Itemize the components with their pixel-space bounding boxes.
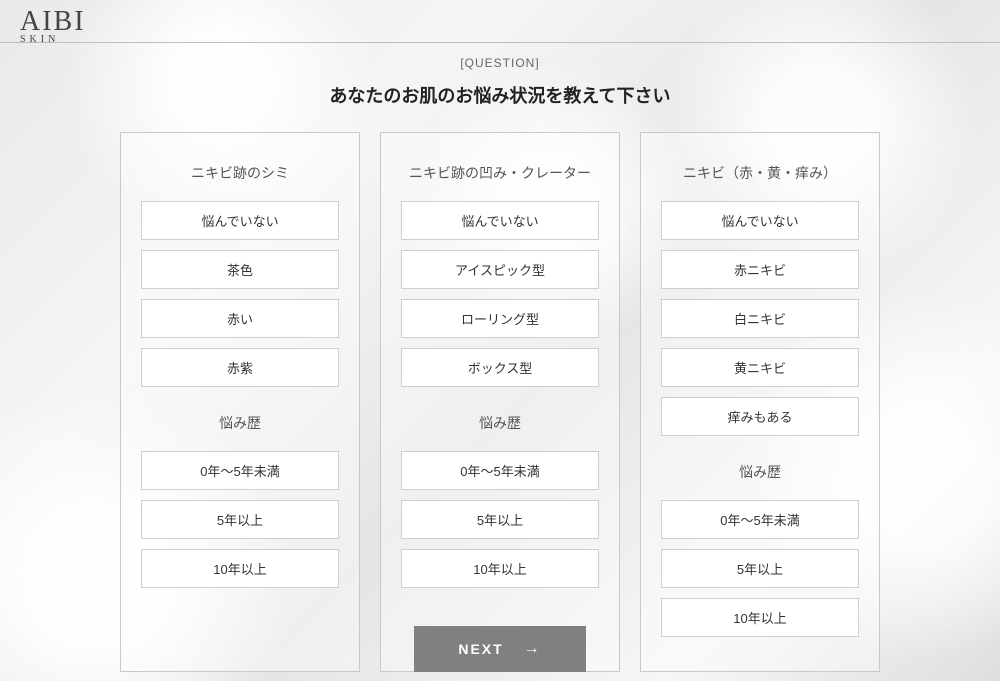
next-wrapper: NEXT → [0, 626, 1000, 672]
panel-acne-scar-crater: ニキビ跡の凹み・クレーター 悩んでいない アイスピック型 ローリング型 ボックス… [380, 132, 620, 672]
history-heading: 悩み歴 [401, 413, 599, 433]
history-option-button[interactable]: 0年〜5年未満 [661, 500, 859, 539]
divider [0, 42, 1000, 43]
option-button[interactable]: 痒みもある [661, 397, 859, 436]
brand-logo: AIBI SKIN [20, 8, 86, 45]
history-option-button[interactable]: 10年以上 [141, 549, 339, 588]
next-button[interactable]: NEXT → [414, 626, 585, 672]
option-button[interactable]: 赤ニキビ [661, 250, 859, 289]
panels: ニキビ跡のシミ 悩んでいない 茶色 赤い 赤紫 悩み歴 0年〜5年未満 5年以上… [120, 132, 880, 672]
option-button[interactable]: 悩んでいない [661, 201, 859, 240]
option-button[interactable]: 白ニキビ [661, 299, 859, 338]
history-heading: 悩み歴 [661, 462, 859, 482]
panel-heading: ニキビ（赤・黄・痒み） [661, 163, 859, 183]
panel-acne-scar-spots: ニキビ跡のシミ 悩んでいない 茶色 赤い 赤紫 悩み歴 0年〜5年未満 5年以上… [120, 132, 360, 672]
option-button[interactable]: アイスピック型 [401, 250, 599, 289]
history-option-button[interactable]: 0年〜5年未満 [401, 451, 599, 490]
page-title: あなたのお肌のお悩み状況を教えて下さい [0, 82, 1000, 108]
panel-heading: ニキビ跡の凹み・クレーター [401, 163, 599, 183]
history-option-button[interactable]: 0年〜5年未満 [141, 451, 339, 490]
option-button[interactable]: 黄ニキビ [661, 348, 859, 387]
option-button[interactable]: 悩んでいない [401, 201, 599, 240]
question-label: [QUESTION] [0, 56, 1000, 70]
arrow-right-icon: → [524, 640, 542, 658]
history-option-button[interactable]: 5年以上 [661, 549, 859, 588]
next-label: NEXT [458, 641, 503, 657]
option-button[interactable]: ボックス型 [401, 348, 599, 387]
brand-main: AIBI [20, 8, 86, 36]
history-option-button[interactable]: 5年以上 [141, 500, 339, 539]
option-button[interactable]: ローリング型 [401, 299, 599, 338]
option-button[interactable]: 悩んでいない [141, 201, 339, 240]
option-button[interactable]: 茶色 [141, 250, 339, 289]
panel-heading: ニキビ跡のシミ [141, 163, 339, 183]
history-option-button[interactable]: 5年以上 [401, 500, 599, 539]
history-option-button[interactable]: 10年以上 [401, 549, 599, 588]
panel-acne: ニキビ（赤・黄・痒み） 悩んでいない 赤ニキビ 白ニキビ 黄ニキビ 痒みもある … [640, 132, 880, 672]
option-button[interactable]: 赤紫 [141, 348, 339, 387]
history-heading: 悩み歴 [141, 413, 339, 433]
option-button[interactable]: 赤い [141, 299, 339, 338]
